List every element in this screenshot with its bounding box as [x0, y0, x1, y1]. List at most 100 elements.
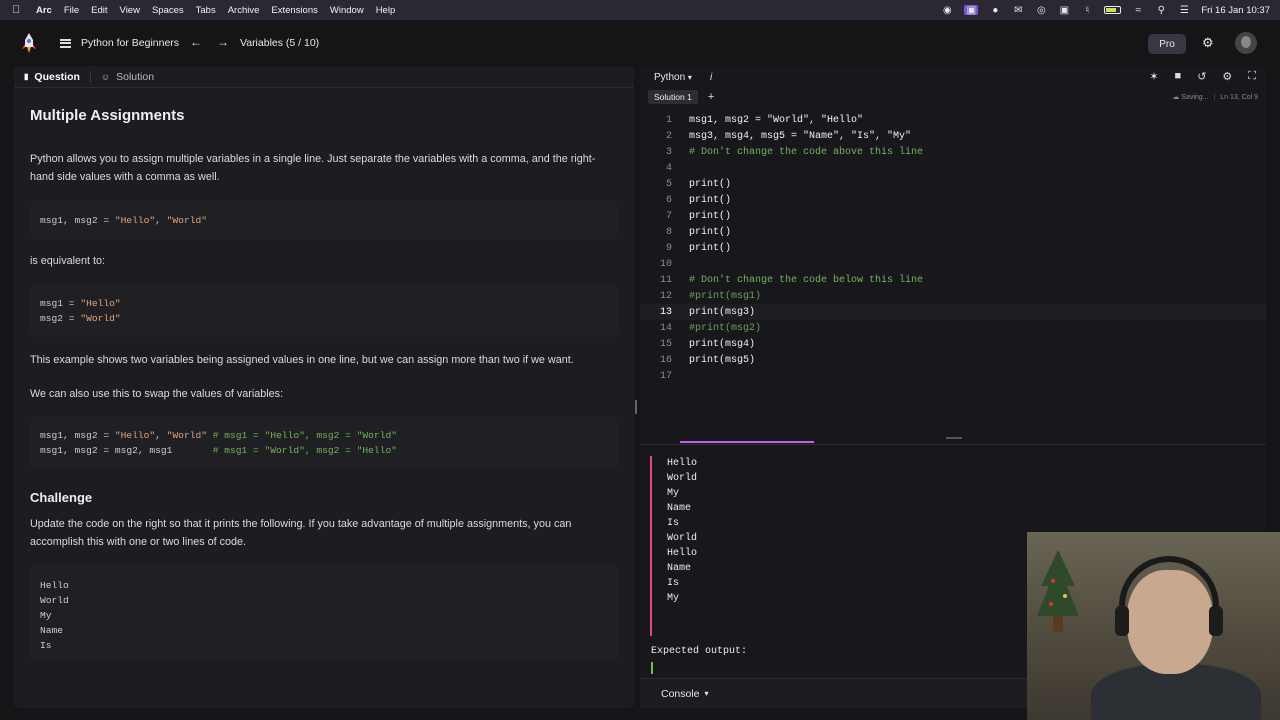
- display-icon[interactable]: ▣: [1058, 5, 1070, 16]
- menu-help[interactable]: Help: [376, 5, 396, 16]
- code-line[interactable]: 12 #print(msg1): [640, 288, 1266, 304]
- reset-icon[interactable]: ↺: [1197, 70, 1206, 83]
- menu-window[interactable]: Window: [330, 5, 364, 16]
- add-tab-button[interactable]: +: [708, 91, 714, 103]
- code-line[interactable]: 15 print(msg4): [640, 336, 1266, 352]
- avatar[interactable]: [1235, 32, 1257, 54]
- menubar-status-area: ◉ ▣ ● ✉ ◎ ▣ ♮ ≈ ⚲ ☰ Fri 16 Jan 10:37: [941, 0, 1270, 20]
- lightbulb-icon: ☺: [100, 71, 111, 82]
- line-number: 6: [665, 194, 672, 206]
- webcam-overlay: [1027, 532, 1280, 720]
- menu-tabs[interactable]: Tabs: [196, 5, 216, 16]
- code-line[interactable]: 4: [640, 160, 1266, 176]
- record-icon[interactable]: ◎: [1035, 5, 1047, 16]
- editor-tools: ✶ ■ ↺ ⚙ ⛶: [1149, 70, 1256, 83]
- control-center-icon[interactable]: ☰: [1178, 5, 1190, 16]
- headphones-icon[interactable]: ♮: [1081, 5, 1093, 16]
- menubar-clock[interactable]: Fri 16 Jan 10:37: [1201, 5, 1270, 16]
- tab-question-label: Question: [34, 70, 80, 83]
- output-line: My: [667, 593, 680, 604]
- vpn-icon[interactable]: ◉: [941, 5, 953, 16]
- bug-icon[interactable]: ✶: [1149, 70, 1158, 83]
- arrow-right-icon[interactable]: →: [217, 35, 229, 49]
- output-line: Name: [667, 563, 692, 574]
- output-caret: [651, 662, 653, 674]
- code-line[interactable]: 3 # Don't change the code above this line: [640, 144, 1266, 160]
- headset-ear-right: [1209, 606, 1223, 636]
- media-icon[interactable]: ●: [989, 5, 1001, 16]
- menu-file[interactable]: File: [64, 5, 79, 16]
- code-line[interactable]: 1 msg1, msg2 = "World", "Hello": [640, 112, 1266, 128]
- pro-button[interactable]: Pro: [1148, 34, 1186, 54]
- boot-dev-logo-icon[interactable]: [20, 32, 38, 54]
- split-resize-handle[interactable]: [946, 437, 962, 439]
- menu-edit[interactable]: Edit: [91, 5, 107, 16]
- code-editor[interactable]: 1 msg1, msg2 = "World", "Hello" 2 msg3, msg…: [640, 112, 1266, 437]
- line-code: msg1, msg2 = "World", "Hello": [689, 114, 864, 126]
- document-icon: ▮: [24, 72, 29, 81]
- menu-archive[interactable]: Archive: [228, 5, 260, 16]
- code-line[interactable]: 10: [640, 256, 1266, 272]
- console-label: Console: [661, 687, 700, 700]
- expected-line: Is: [40, 640, 52, 651]
- code-line[interactable]: 7 print(): [640, 208, 1266, 224]
- code-line[interactable]: 2 msg3, msg4, msg5 = "Name", "Is", "My": [640, 128, 1266, 144]
- arrow-left-icon[interactable]: ←: [190, 35, 202, 49]
- challenge-paragraph: Update the code on the right so that it …: [30, 518, 572, 548]
- line-number: 2: [665, 130, 672, 142]
- code-line[interactable]: 14 #print(msg2): [640, 320, 1266, 336]
- screen-record-icon[interactable]: ▣: [964, 5, 979, 16]
- code-line[interactable]: 9 print(): [640, 240, 1266, 256]
- output-line: Name: [667, 503, 692, 514]
- wifi-icon[interactable]: ≈: [1132, 5, 1144, 16]
- intro-paragraph: Python allows you to assign multiple var…: [30, 153, 596, 183]
- panel-resize-handle[interactable]: [635, 400, 637, 414]
- code-line[interactable]: 17: [640, 368, 1266, 384]
- tab-question[interactable]: ▮ Question: [14, 71, 90, 83]
- expected-line: Hello: [40, 580, 69, 591]
- line-code: print(): [689, 226, 732, 238]
- line-number: 13: [659, 306, 672, 318]
- headset-ear-left: [1115, 606, 1129, 636]
- output-line: Hello: [667, 458, 698, 469]
- code-line[interactable]: 8 print(): [640, 224, 1266, 240]
- gear-icon[interactable]: ⚙: [1222, 70, 1232, 83]
- mail-icon[interactable]: ✉: [1012, 5, 1024, 16]
- language-select[interactable]: Python ▾: [654, 72, 692, 83]
- output-line: Is: [667, 578, 680, 589]
- code-line[interactable]: 11 # Don't change the code below this lin…: [640, 272, 1266, 288]
- equivalent-text: is equivalent to:: [30, 255, 106, 267]
- search-icon[interactable]: ⚲: [1155, 5, 1167, 16]
- output-line: Is: [667, 518, 680, 529]
- code-line[interactable]: 5 print(): [640, 176, 1266, 192]
- trash-icon[interactable]: ■: [1175, 70, 1182, 83]
- macos-menubar:  Arc File Edit View Spaces Tabs Archive…: [0, 0, 1280, 20]
- code-line[interactable]: 16 print(msg5): [640, 352, 1266, 368]
- course-menu[interactable]: Python for Beginners: [60, 37, 179, 49]
- menu-extensions[interactable]: Extensions: [271, 5, 317, 16]
- menu-spaces[interactable]: Spaces: [152, 5, 184, 16]
- settings-gear-icon[interactable]: ⚙: [1202, 35, 1214, 51]
- menu-view[interactable]: View: [120, 5, 140, 16]
- code-line: msg1, msg2 = "Hello", "World": [40, 215, 207, 226]
- code-line[interactable]: 13 print(msg3): [640, 304, 1266, 320]
- fullscreen-icon[interactable]: ⛶: [1248, 70, 1256, 83]
- app-window: Python for Beginners ← → Variables (5 / …: [0, 20, 1280, 720]
- menu-app-name[interactable]: Arc: [36, 5, 52, 16]
- apple-icon[interactable]: : [12, 4, 26, 16]
- line-number: 14: [659, 322, 672, 334]
- code-example-1: msg1, msg2 = "Hello", "World": [30, 201, 618, 239]
- tab-solution-1[interactable]: Solution 1: [648, 90, 698, 104]
- expected-line: Name: [40, 625, 64, 636]
- tab-solution[interactable]: ☺ Solution: [91, 71, 164, 83]
- code-line[interactable]: 6 print(): [640, 192, 1266, 208]
- output-panel: Hello World My Name Is World Hello Name Is My: [650, 456, 1030, 636]
- example-paragraph: This example shows two variables being a…: [30, 354, 574, 366]
- expected-output-label: Expected output:: [651, 646, 748, 657]
- info-icon[interactable]: i: [710, 72, 712, 83]
- question-content: Multiple Assignments Python allows you t…: [14, 107, 634, 662]
- lesson-title[interactable]: Variables (5 / 10): [240, 37, 319, 49]
- code-example-2: msg1 = "Hello" msg2 = "World": [30, 285, 618, 337]
- line-number: 3: [665, 146, 672, 158]
- battery-icon[interactable]: [1104, 6, 1122, 14]
